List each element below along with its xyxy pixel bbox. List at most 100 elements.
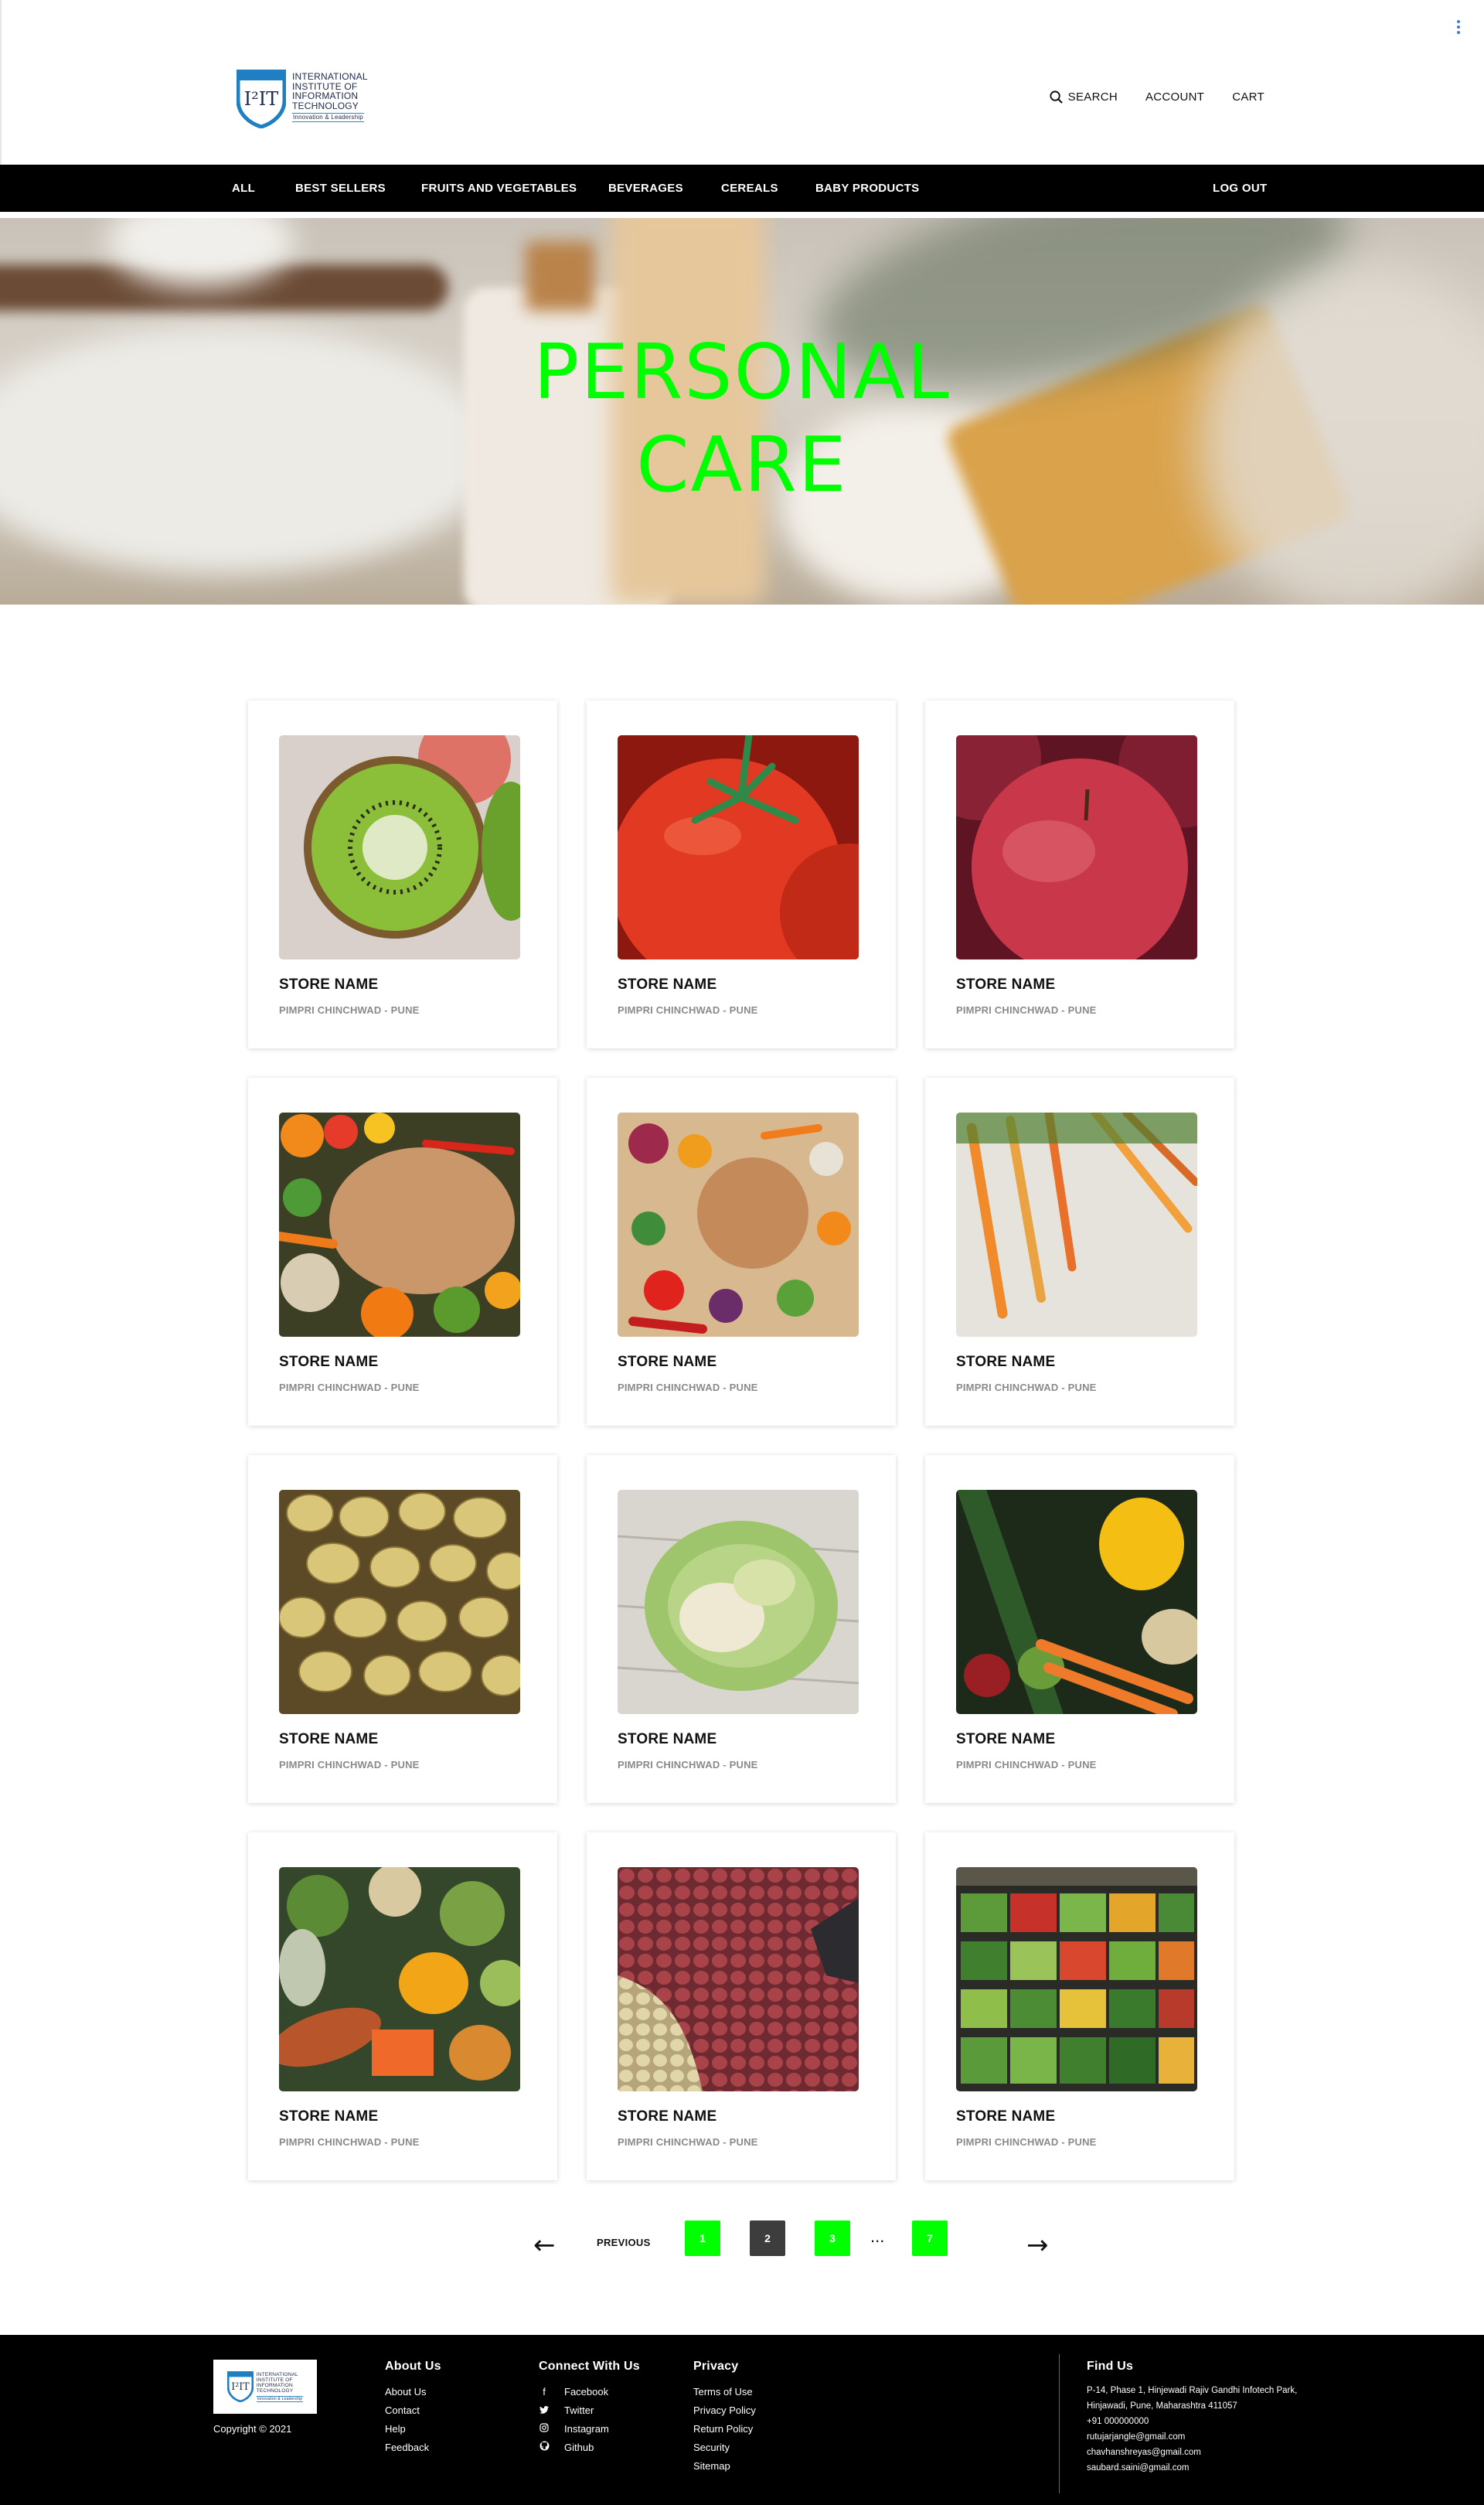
footer-link-help[interactable]: Help bbox=[385, 2420, 441, 2439]
previous-button[interactable]: PREVIOUS bbox=[597, 2237, 651, 2248]
more-options-icon[interactable] bbox=[1456, 20, 1461, 36]
instagram-label: Instagram bbox=[564, 2423, 609, 2435]
address-line-1: P-14, Phase 1, Hinjewadi Rajiv Gandhi In… bbox=[1087, 2386, 1298, 2395]
footer-link-instagram[interactable]: Instagram bbox=[539, 2420, 640, 2439]
store-name: STORE NAME bbox=[956, 976, 1056, 993]
store-location: PIMPRI CHINCHWAD - PUNE bbox=[279, 1759, 420, 1771]
cart-link[interactable]: CART bbox=[1232, 90, 1264, 104]
store-card[interactable]: STORE NAME PIMPRI CHINCHWAD - PUNE bbox=[248, 1455, 557, 1803]
facebook-label: Facebook bbox=[564, 2386, 609, 2398]
store-name: STORE NAME bbox=[956, 1731, 1056, 1747]
nav-item-cereals[interactable]: CEREALS bbox=[721, 182, 778, 195]
nav-item-all[interactable]: ALL bbox=[232, 182, 255, 195]
footer-link-twitter[interactable]: Twitter bbox=[539, 2401, 640, 2420]
carrots-image bbox=[956, 1113, 1197, 1337]
store-card[interactable]: STORE NAME PIMPRI CHINCHWAD - PUNE bbox=[925, 700, 1234, 1048]
store-card[interactable]: STORE NAME PIMPRI CHINCHWAD - PUNE bbox=[248, 700, 557, 1048]
page-button-3[interactable]: 3 bbox=[815, 2220, 850, 2256]
site-logo[interactable]: I²IT INTERNATIONAL INSTITUTE OF INFORMAT… bbox=[237, 70, 368, 130]
footer-find-us: Find Us P-14, Phase 1, Hinjewadi Rajiv G… bbox=[1087, 2360, 1297, 2476]
footer-link-github[interactable]: Github bbox=[539, 2439, 640, 2457]
logo-mark: I²IT bbox=[244, 88, 279, 110]
store-card[interactable]: STORE NAME PIMPRI CHINCHWAD - PUNE bbox=[925, 1832, 1234, 2180]
email-3[interactable]: saubard.saini@gmail.com bbox=[1087, 2460, 1297, 2476]
phone-number: +91 000000000 bbox=[1087, 2417, 1149, 2426]
assorted-vegetables-image bbox=[279, 1867, 520, 2091]
footer-link-facebook[interactable]: f Facebook bbox=[539, 2383, 640, 2401]
pagination-ellipsis: ... bbox=[870, 2227, 885, 2246]
footer-link-return-policy[interactable]: Return Policy bbox=[693, 2420, 756, 2439]
header-links: SEARCH ACCOUNT CART bbox=[1049, 90, 1264, 104]
search-link[interactable]: SEARCH bbox=[1049, 90, 1118, 104]
site-header: I²IT INTERNATIONAL INSTITUTE OF INFORMAT… bbox=[0, 0, 1484, 165]
store-location: PIMPRI CHINCHWAD - PUNE bbox=[618, 2136, 758, 2148]
footer-link-feedback[interactable]: Feedback bbox=[385, 2439, 441, 2457]
mixed-vegetables-image bbox=[956, 1490, 1197, 1714]
logo-shield-icon: I²IT bbox=[237, 70, 286, 128]
tomato-image bbox=[618, 735, 859, 959]
footer-heading: Privacy bbox=[693, 2360, 739, 2373]
cauliflower-image bbox=[618, 1490, 859, 1714]
nav-item-baby-products[interactable]: BABY PRODUCTS bbox=[815, 182, 919, 195]
next-arrow-icon[interactable]: → bbox=[1026, 2230, 1049, 2261]
store-card[interactable]: STORE NAME PIMPRI CHINCHWAD - PUNE bbox=[925, 1078, 1234, 1426]
address-line-2: Hinjawadi, Pune, Maharashtra 411057 bbox=[1087, 2401, 1237, 2411]
store-card[interactable]: STORE NAME PIMPRI CHINCHWAD - PUNE bbox=[925, 1455, 1234, 1803]
page-button-2[interactable]: 2 bbox=[750, 2220, 785, 2256]
store-card[interactable]: STORE NAME PIMPRI CHINCHWAD - PUNE bbox=[587, 1832, 896, 2180]
logo-tagline: Innovation & Leadership bbox=[292, 113, 364, 122]
store-card[interactable]: STORE NAME PIMPRI CHINCHWAD - PUNE bbox=[248, 1832, 557, 2180]
produce-shelves-image bbox=[956, 1867, 1197, 2091]
store-name: STORE NAME bbox=[956, 2108, 1056, 2125]
potatoes-image bbox=[279, 1490, 520, 1714]
twitter-label: Twitter bbox=[564, 2404, 594, 2416]
hero-banner: PERSONAL CARE bbox=[0, 218, 1484, 605]
account-link[interactable]: ACCOUNT bbox=[1145, 90, 1204, 104]
footer-heading: Find Us bbox=[1087, 2360, 1134, 2373]
store-location: PIMPRI CHINCHWAD - PUNE bbox=[956, 2136, 1097, 2148]
store-name: STORE NAME bbox=[279, 1354, 379, 1370]
category-nav: ALL BEST SELLERS FRUITS AND VEGETABLES B… bbox=[0, 165, 1484, 212]
logout-link[interactable]: LOG OUT bbox=[1213, 182, 1267, 195]
footer-link-privacy-policy[interactable]: Privacy Policy bbox=[693, 2401, 756, 2420]
store-name: STORE NAME bbox=[279, 1731, 379, 1747]
footer-link-sitemap[interactable]: Sitemap bbox=[693, 2457, 756, 2476]
store-name: STORE NAME bbox=[279, 2108, 379, 2125]
footer-link-about-us[interactable]: About Us bbox=[385, 2383, 441, 2401]
footer-logo[interactable]: I²IT INTERNATIONAL INSTITUTE OF INFORMAT… bbox=[213, 2360, 317, 2414]
footer-link-contact[interactable]: Contact bbox=[385, 2401, 441, 2420]
github-label: Github bbox=[564, 2442, 594, 2453]
svg-text:I²IT: I²IT bbox=[231, 2381, 250, 2392]
footer-link-security[interactable]: Security bbox=[693, 2439, 756, 2457]
nav-item-fruits-and-vegetables[interactable]: FRUITS AND VEGETABLES bbox=[421, 182, 577, 195]
apple-image bbox=[956, 735, 1197, 959]
email-2[interactable]: chavhanshreyas@gmail.com bbox=[1087, 2445, 1297, 2460]
store-card[interactable]: STORE NAME PIMPRI CHINCHWAD - PUNE bbox=[587, 1078, 896, 1426]
store-name: STORE NAME bbox=[618, 1731, 717, 1747]
nav-item-best-sellers[interactable]: BEST SELLERS bbox=[295, 182, 386, 195]
store-card[interactable]: STORE NAME PIMPRI CHINCHWAD - PUNE bbox=[587, 1455, 896, 1803]
nav-item-beverages[interactable]: BEVERAGES bbox=[608, 182, 683, 195]
copyright-text: Copyright © 2021 bbox=[213, 2423, 292, 2435]
store-card[interactable]: STORE NAME PIMPRI CHINCHWAD - PUNE bbox=[587, 700, 896, 1048]
hero-title: PERSONAL CARE bbox=[533, 329, 951, 510]
search-label: SEARCH bbox=[1067, 90, 1118, 104]
footer-heading: About Us bbox=[385, 2360, 441, 2373]
logo-wordmark: INTERNATIONAL INSTITUTE OF INFORMATION T… bbox=[292, 71, 368, 122]
email-1[interactable]: rutujarjangle@gmail.com bbox=[1087, 2429, 1297, 2445]
page-button-7[interactable]: 7 bbox=[912, 2220, 948, 2256]
footer-connect-column: Connect With Us f Facebook Twitter Insta… bbox=[539, 2360, 640, 2457]
previous-arrow-icon[interactable]: ← bbox=[533, 2230, 556, 2261]
store-name: STORE NAME bbox=[618, 1354, 717, 1370]
footer-link-terms-of-use[interactable]: Terms of Use bbox=[693, 2383, 756, 2401]
footer-heading: Connect With Us bbox=[539, 2360, 640, 2373]
store-location: PIMPRI CHINCHWAD - PUNE bbox=[279, 2136, 420, 2148]
page-button-1[interactable]: 1 bbox=[685, 2220, 720, 2256]
facebook-icon: f bbox=[543, 2386, 546, 2398]
kiwi-image bbox=[279, 735, 520, 959]
store-name: STORE NAME bbox=[618, 976, 717, 993]
bottle-cap-shape bbox=[526, 241, 595, 311]
store-card[interactable]: STORE NAME PIMPRI CHINCHWAD - PUNE bbox=[248, 1078, 557, 1426]
onions-potatoes-image bbox=[618, 1867, 859, 2091]
footer-privacy-column: Privacy Terms of Use Privacy Policy Retu… bbox=[693, 2360, 756, 2476]
